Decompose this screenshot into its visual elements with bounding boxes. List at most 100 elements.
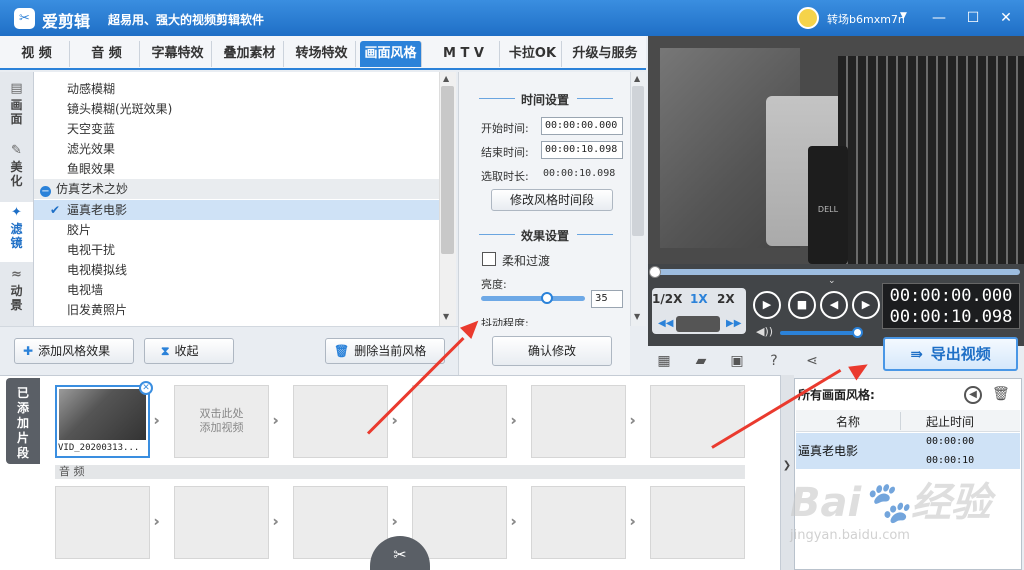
- user-menu-chevron-down-icon[interactable]: ▼: [900, 11, 907, 21]
- added-clips-tab[interactable]: 已添加片段: [6, 378, 40, 464]
- speed-double[interactable]: 2X: [717, 292, 735, 306]
- tab-upgrade-service[interactable]: 升级与服务: [566, 41, 644, 67]
- scroll-down-icon[interactable]: ▼: [634, 312, 640, 321]
- side-tab-filter[interactable]: ✦ 滤镜: [0, 202, 33, 262]
- stop-icon[interactable]: ■: [788, 291, 816, 319]
- list-item[interactable]: 滤光效果: [34, 139, 439, 159]
- list-item[interactable]: 旧发黄照片: [34, 300, 439, 320]
- play-icon[interactable]: ▶: [753, 291, 781, 319]
- seek-handle[interactable]: [649, 266, 661, 278]
- tab-video[interactable]: 视 频: [4, 41, 70, 67]
- volume-handle[interactable]: [852, 327, 863, 338]
- audio-track-label: 音 频: [55, 465, 745, 479]
- modify-style-time-button[interactable]: 修改风格时间段: [491, 189, 613, 211]
- empty-audio-slot[interactable]: [174, 486, 269, 559]
- tab-overlay-material[interactable]: 叠加素材: [216, 41, 284, 67]
- video-preview[interactable]: DELL: [648, 36, 1024, 264]
- style-row-name: 逼真老电影: [798, 444, 859, 458]
- empty-audio-slot[interactable]: [412, 486, 507, 559]
- brightness-slider-track[interactable]: [481, 296, 585, 301]
- collapse-minus-icon[interactable]: −: [40, 186, 51, 197]
- list-item[interactable]: 镜头模糊(光斑效果): [34, 99, 439, 119]
- empty-audio-slot[interactable]: [55, 486, 150, 559]
- trash-icon[interactable]: 🗑: [992, 386, 1010, 402]
- list-item[interactable]: 胶片: [34, 220, 439, 240]
- save-icon[interactable]: ▣: [727, 351, 747, 371]
- tab-karaoke[interactable]: 卡拉OK: [504, 41, 562, 67]
- seek-bar[interactable]: [654, 269, 1020, 275]
- new-file-icon[interactable]: ▦: [654, 351, 674, 371]
- collapse-button[interactable]: ⧗ 收起: [144, 338, 234, 364]
- side-tab-beautify[interactable]: ✎ 美化: [0, 140, 33, 200]
- duration-label: 选取时长:: [481, 170, 529, 183]
- scroll-up-icon[interactable]: ▲: [443, 74, 449, 83]
- time-display: 00:00:00.000 00:00:10.098: [882, 283, 1020, 329]
- clip-thumbnail[interactable]: [59, 389, 146, 440]
- tab-transition-effects[interactable]: 转场特效: [288, 41, 356, 67]
- export-video-button[interactable]: ⇛ 导出视频: [883, 337, 1018, 371]
- open-folder-icon[interactable]: ▰: [691, 351, 711, 371]
- back-icon[interactable]: ◀: [964, 386, 982, 404]
- username[interactable]: 转场b6mxm7n: [827, 11, 905, 27]
- settings-panel: 时间设置 开始时间: 00:00:00.000 结束时间: 00:00:10.0…: [458, 72, 630, 375]
- empty-audio-slot[interactable]: [293, 486, 388, 559]
- section-divider: [577, 234, 613, 235]
- tab-picture-style[interactable]: 画面风格: [360, 41, 422, 67]
- close-icon[interactable]: ✕: [996, 8, 1016, 28]
- style-row-end: 00:00:10: [926, 455, 975, 466]
- volume-icon[interactable]: ◀)): [756, 325, 773, 338]
- empty-video-slot[interactable]: [293, 385, 388, 458]
- side-tab-picture[interactable]: ▤ 画面: [0, 78, 33, 138]
- maximize-icon[interactable]: ☐: [963, 8, 983, 28]
- current-time: 00:00:00.000: [889, 286, 1013, 306]
- fast-forward-icon[interactable]: ▶▶: [726, 318, 741, 329]
- next-frame-icon[interactable]: ▶: [852, 291, 880, 319]
- brightness-value-field[interactable]: 35: [591, 290, 623, 308]
- start-time-field[interactable]: 00:00:00.000: [541, 117, 623, 135]
- list-item[interactable]: 电视模拟线: [34, 260, 439, 280]
- list-item[interactable]: 动感模糊: [34, 79, 439, 99]
- effect-settings-heading: 效果设置: [520, 229, 569, 243]
- list-item[interactable]: 天空变蓝: [34, 119, 439, 139]
- list-item[interactable]: 鱼眼效果: [34, 159, 439, 179]
- share-icon[interactable]: ⋖: [802, 351, 822, 371]
- add-wand-icon: ✚: [23, 344, 34, 358]
- add-style-effect-button[interactable]: ✚ 添加风格效果: [14, 338, 134, 364]
- delete-current-style-button[interactable]: 🗑 删除当前风格: [325, 338, 445, 364]
- side-tab-motion[interactable]: ≈ 动景: [0, 264, 33, 324]
- tab-audio[interactable]: 音 频: [74, 41, 140, 67]
- wave-icon: ≈: [11, 267, 22, 282]
- list-item[interactable]: 电视干扰: [34, 240, 439, 260]
- confirm-modify-button[interactable]: 确认修改: [492, 336, 612, 366]
- settings-scroll-thumb[interactable]: [632, 86, 644, 236]
- tab-mtv[interactable]: M T V: [428, 41, 500, 67]
- speed-normal[interactable]: 1X: [690, 292, 708, 306]
- duration-value: 00:00:10.098: [543, 168, 616, 179]
- empty-audio-slot[interactable]: [531, 486, 626, 559]
- empty-audio-slot[interactable]: [650, 486, 745, 559]
- speed-slider[interactable]: [676, 316, 720, 332]
- smooth-transition-checkbox[interactable]: [482, 252, 496, 266]
- tab-subtitle-effects[interactable]: 字幕特效: [144, 41, 212, 67]
- brightness-slider-handle[interactable]: [541, 292, 553, 304]
- user-avatar[interactable]: [797, 7, 819, 29]
- empty-video-slot[interactable]: [650, 385, 745, 458]
- remove-clip-close-icon[interactable]: ✕: [139, 381, 153, 395]
- end-time-field[interactable]: 00:00:10.098: [541, 141, 623, 159]
- list-item-selected[interactable]: ✔ 逼真老电影: [34, 200, 439, 220]
- scroll-down-icon[interactable]: ▼: [443, 312, 449, 321]
- rewind-icon[interactable]: ◀◀: [658, 318, 673, 329]
- volume-slider[interactable]: [780, 331, 858, 335]
- collapse-icon: ⧗: [161, 344, 170, 358]
- chevron-down-icon[interactable]: ⌄: [828, 276, 836, 286]
- minimize-icon[interactable]: —: [929, 8, 949, 28]
- empty-video-slot[interactable]: [531, 385, 626, 458]
- list-item[interactable]: 电视墙: [34, 280, 439, 300]
- speed-half[interactable]: 1/2X: [652, 292, 682, 306]
- list-group-header[interactable]: − 仿真艺术之妙: [34, 179, 439, 199]
- empty-video-slot[interactable]: [412, 385, 507, 458]
- scroll-up-icon[interactable]: ▲: [634, 74, 640, 83]
- help-icon[interactable]: ?: [764, 351, 784, 371]
- effects-list-scroll-thumb[interactable]: [441, 86, 454, 254]
- previous-frame-icon[interactable]: ◀: [820, 291, 848, 319]
